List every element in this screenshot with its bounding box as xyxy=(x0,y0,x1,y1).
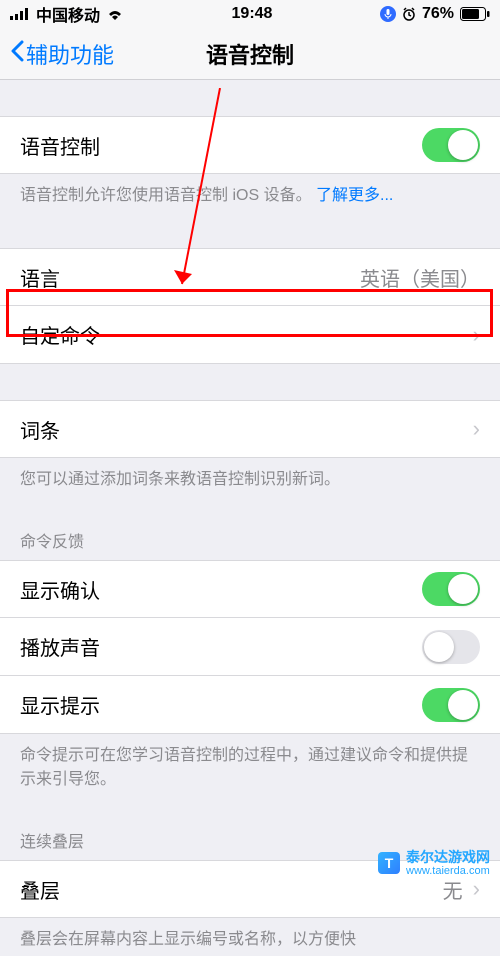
alarm-icon xyxy=(402,7,416,21)
language-label: 语言 xyxy=(20,263,60,292)
battery-icon xyxy=(460,7,490,21)
wifi-icon xyxy=(106,8,124,20)
back-label: 辅助功能 xyxy=(26,38,114,70)
mic-indicator-icon xyxy=(380,6,396,22)
play-sound-label: 播放声音 xyxy=(20,632,100,661)
show-hints-row[interactable]: 显示提示 xyxy=(0,676,500,734)
language-value: 英语（美国） xyxy=(360,263,480,292)
show-confirmation-row[interactable]: 显示确认 xyxy=(0,560,500,618)
custom-commands-row[interactable]: 自定命令 › xyxy=(0,306,500,364)
watermark-brand: 泰尔达游戏网 xyxy=(406,850,490,865)
show-confirmation-switch[interactable] xyxy=(422,572,480,606)
command-feedback-footer: 命令提示可在您学习语音控制的过程中，通过建议命令和提供提示来引导您。 xyxy=(0,734,500,796)
watermark: T 泰尔达游戏网 www.taierda.com xyxy=(378,850,490,877)
voice-control-row[interactable]: 语音控制 xyxy=(0,116,500,174)
chevron-right-icon: › xyxy=(473,322,480,348)
carrier-label: 中国移动 xyxy=(36,2,100,26)
show-hints-label: 显示提示 xyxy=(20,690,100,719)
vocabulary-row[interactable]: 词条 › xyxy=(0,400,500,458)
voice-control-footer: 语音控制允许您使用语音控制 iOS 设备。 了解更多... xyxy=(0,174,500,212)
voice-control-switch[interactable] xyxy=(422,128,480,162)
status-bar: 中国移动 19:48 76% xyxy=(0,0,500,28)
vocabulary-footer: 您可以通过添加词条来教语音控制识别新词。 xyxy=(0,458,500,496)
voice-control-label: 语音控制 xyxy=(20,131,100,160)
battery-percent: 76% xyxy=(422,5,454,23)
page-title: 语音控制 xyxy=(206,38,294,70)
chevron-right-icon: › xyxy=(473,416,480,442)
command-feedback-header: 命令反馈 xyxy=(0,520,500,560)
learn-more-link[interactable]: 了解更多... xyxy=(316,187,393,204)
play-sound-row[interactable]: 播放声音 xyxy=(0,618,500,676)
custom-commands-label: 自定命令 xyxy=(20,320,100,349)
back-button[interactable]: 辅助功能 xyxy=(10,38,114,70)
nav-header: 辅助功能 语音控制 xyxy=(0,28,500,80)
overlay-label: 叠层 xyxy=(20,875,60,904)
play-sound-switch[interactable] xyxy=(422,630,480,664)
watermark-logo-icon: T xyxy=(378,852,400,874)
show-confirmation-label: 显示确认 xyxy=(20,575,100,604)
clock: 19:48 xyxy=(232,5,273,23)
signal-icon xyxy=(10,8,30,20)
vocabulary-label: 词条 xyxy=(20,415,60,444)
show-hints-switch[interactable] xyxy=(422,688,480,722)
chevron-right-icon: › xyxy=(473,876,480,902)
overlay-value: 无 xyxy=(443,875,463,904)
language-row[interactable]: 语言 英语（美国） xyxy=(0,248,500,306)
watermark-url: www.taierda.com xyxy=(406,865,490,877)
chevron-left-icon xyxy=(10,40,24,68)
overlay-footer: 叠层会在屏幕内容上显示编号或名称，以方便快 xyxy=(0,918,500,956)
